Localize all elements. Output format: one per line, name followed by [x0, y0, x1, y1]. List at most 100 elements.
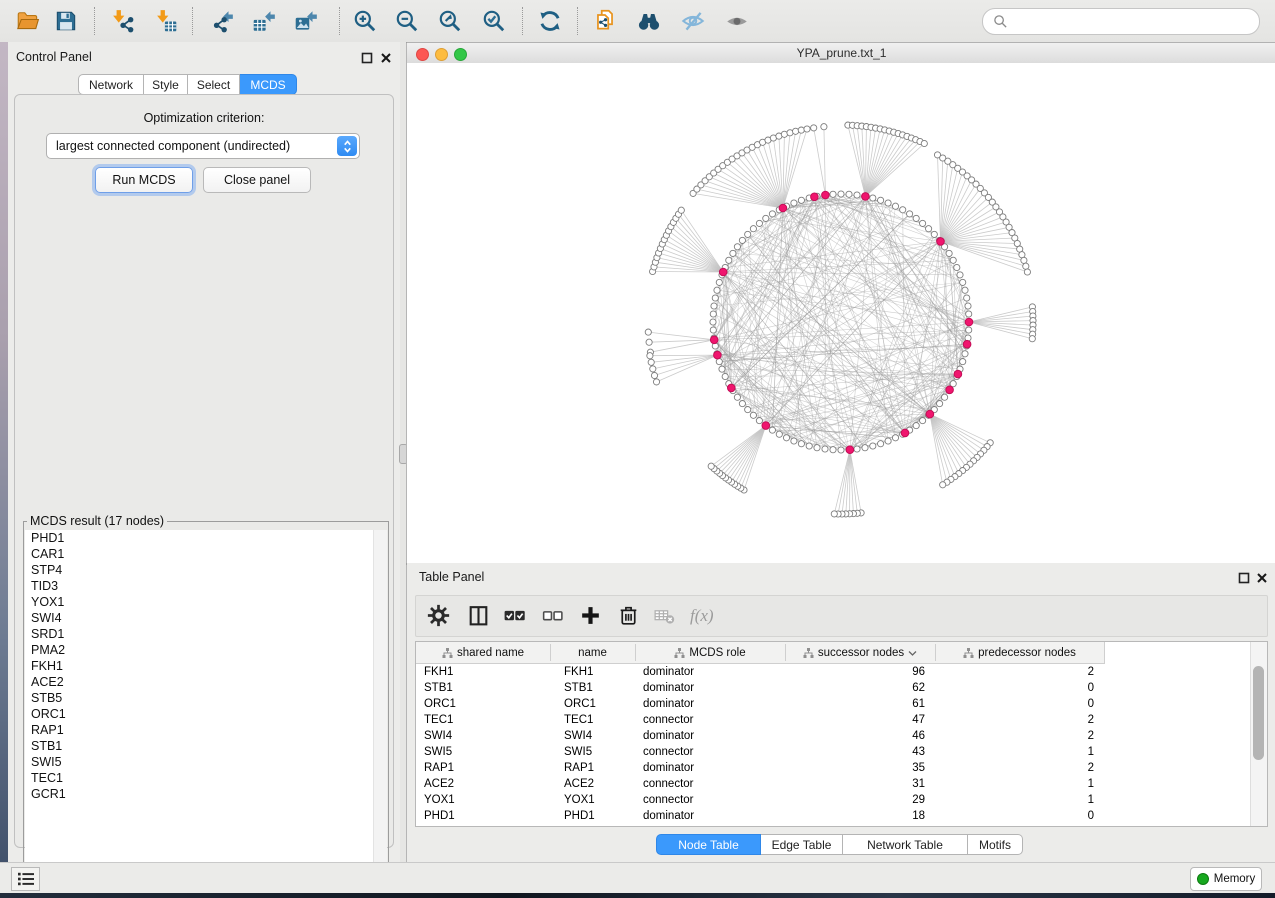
tab-style[interactable]: Style: [144, 74, 188, 95]
import-network-icon[interactable]: [109, 8, 135, 34]
table-scrollbar[interactable]: [1250, 642, 1267, 826]
table-row[interactable]: FKH1FKH1dominator962: [416, 664, 1250, 680]
mcds-result-item[interactable]: CAR1: [25, 546, 387, 562]
table-cell: 61: [785, 698, 935, 710]
close-panel-icon[interactable]: [380, 52, 392, 64]
table-row[interactable]: PHD1PHD1dominator180: [416, 808, 1250, 824]
open-file-icon[interactable]: [15, 8, 41, 34]
mcds-result-item[interactable]: ACE2: [25, 674, 387, 690]
mcds-result-item[interactable]: STB5: [25, 690, 387, 706]
mcds-result-item[interactable]: SRD1: [25, 626, 387, 642]
save-session-icon[interactable]: [53, 8, 79, 34]
column-header-successor-nodes[interactable]: successor nodes: [785, 642, 935, 663]
run-mcds-button[interactable]: Run MCDS: [95, 167, 193, 193]
network-hub-node[interactable]: [714, 351, 722, 359]
tab-node-table[interactable]: Node Table: [656, 834, 761, 855]
show-columns-icon[interactable]: [466, 603, 492, 629]
mcds-result-item[interactable]: TID3: [25, 578, 387, 594]
memory-button[interactable]: Memory: [1190, 867, 1262, 891]
column-header-mcds-role[interactable]: MCDS role: [635, 642, 785, 663]
deselect-all-checks-icon[interactable]: [540, 603, 566, 629]
column-header-predecessor-nodes[interactable]: predecessor nodes: [935, 642, 1104, 663]
node-table-body[interactable]: FKH1FKH1dominator962STB1STB1dominator620…: [416, 664, 1250, 826]
zoom-fit-icon[interactable]: [437, 8, 463, 34]
refresh-view-icon[interactable]: [537, 8, 563, 34]
mcds-list-scrollbar[interactable]: [373, 530, 387, 886]
hide-selected-eye-icon[interactable]: [680, 8, 706, 34]
mcds-result-item[interactable]: PHD1: [25, 530, 387, 546]
zoom-out-icon[interactable]: [394, 8, 420, 34]
export-image-icon[interactable]: [293, 8, 319, 34]
network-window-titlebar[interactable]: YPA_prune.txt_1: [407, 43, 1275, 64]
table-row[interactable]: STB1STB1dominator620: [416, 680, 1250, 696]
table-row[interactable]: TEC1TEC1connector472: [416, 712, 1250, 728]
mcds-result-item[interactable]: ORC1: [25, 706, 387, 722]
close-panel-button[interactable]: Close panel: [203, 167, 311, 193]
table-row[interactable]: SWI5SWI5connector431: [416, 744, 1250, 760]
zoom-selected-icon[interactable]: [481, 8, 507, 34]
column-header-shared-name[interactable]: shared name: [416, 642, 550, 663]
network-hub-node[interactable]: [728, 384, 736, 392]
network-canvas[interactable]: [407, 63, 1275, 563]
mcds-result-item[interactable]: YOX1: [25, 594, 387, 610]
network-hub-node[interactable]: [954, 370, 962, 378]
delete-column-icon[interactable]: [616, 603, 642, 629]
column-header-name[interactable]: name: [550, 642, 635, 663]
mcds-result-item[interactable]: PMA2: [25, 642, 387, 658]
network-hub-node[interactable]: [926, 410, 934, 418]
tab-edge-table[interactable]: Edge Table: [761, 834, 843, 855]
tab-mcds[interactable]: MCDS: [240, 74, 297, 95]
close-table-panel-icon[interactable]: [1256, 572, 1268, 584]
mcds-result-item[interactable]: SWI4: [25, 610, 387, 626]
table-scrollbar-thumb[interactable]: [1253, 666, 1264, 760]
settings-gear-icon[interactable]: [426, 603, 452, 629]
memory-label: Memory: [1214, 873, 1256, 885]
search-field[interactable]: [982, 8, 1260, 35]
mcds-result-list[interactable]: PHD1CAR1STP4TID3YOX1SWI4SRD1PMA2FKH1ACE2…: [25, 530, 387, 886]
mcds-result-item[interactable]: RAP1: [25, 722, 387, 738]
mcds-result-item[interactable]: TEC1: [25, 770, 387, 786]
network-hub-node[interactable]: [965, 318, 973, 326]
search-input[interactable]: [1012, 14, 1259, 30]
network-hub-node[interactable]: [719, 268, 727, 276]
network-hub-node[interactable]: [963, 340, 971, 348]
tab-motifs[interactable]: Motifs: [968, 834, 1023, 855]
mcds-result-item[interactable]: FKH1: [25, 658, 387, 674]
network-hub-node[interactable]: [762, 422, 770, 430]
network-hub-node[interactable]: [779, 204, 787, 212]
table-row[interactable]: YOX1YOX1connector291: [416, 792, 1250, 808]
mcds-result-item[interactable]: GCR1: [25, 786, 387, 802]
float-panel-icon[interactable]: [361, 52, 373, 64]
network-hub-node[interactable]: [811, 193, 819, 201]
export-network-icon[interactable]: [209, 8, 235, 34]
criterion-dropdown[interactable]: largest connected component (undirected): [46, 133, 360, 159]
node-table[interactable]: shared name name MCDS role successor nod…: [415, 641, 1268, 827]
export-table-icon[interactable]: [251, 8, 277, 34]
zoom-in-icon[interactable]: [352, 8, 378, 34]
float-table-panel-icon[interactable]: [1238, 572, 1250, 584]
tab-network-table[interactable]: Network Table: [843, 834, 968, 855]
show-eye-icon[interactable]: [724, 8, 750, 34]
mcds-result-item[interactable]: STB1: [25, 738, 387, 754]
network-hub-node[interactable]: [862, 193, 870, 201]
table-row[interactable]: ACE2ACE2connector311: [416, 776, 1250, 792]
show-panels-button[interactable]: [11, 867, 40, 891]
find-binoculars-icon[interactable]: [636, 8, 662, 34]
mcds-result-item[interactable]: STP4: [25, 562, 387, 578]
network-hub-node[interactable]: [937, 238, 945, 246]
tab-network[interactable]: Network: [78, 74, 144, 95]
add-column-icon[interactable]: [578, 603, 604, 629]
table-row[interactable]: ORC1ORC1dominator610: [416, 696, 1250, 712]
network-hub-node[interactable]: [901, 429, 909, 437]
table-row[interactable]: RAP1RAP1dominator352: [416, 760, 1250, 776]
tab-select[interactable]: Select: [188, 74, 240, 95]
network-hub-node[interactable]: [822, 191, 830, 199]
network-hub-node[interactable]: [946, 386, 954, 394]
network-hub-node[interactable]: [710, 336, 718, 344]
select-all-checks-icon[interactable]: [502, 603, 528, 629]
mcds-result-item[interactable]: SWI5: [25, 754, 387, 770]
table-row[interactable]: SWI4SWI4dominator462: [416, 728, 1250, 744]
import-table-icon[interactable]: [153, 8, 179, 34]
network-hub-node[interactable]: [846, 446, 854, 454]
copy-share-icon[interactable]: [592, 8, 618, 34]
